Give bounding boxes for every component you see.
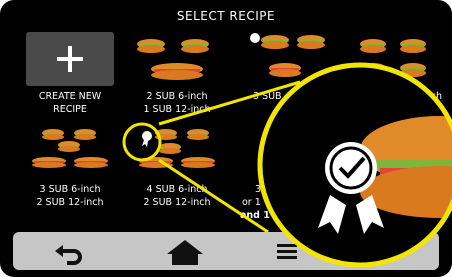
recipe-selection-screen: SELECT RECIPE CREATE NEW RECIPE 2 SUB 6-… (0, 0, 452, 277)
callout-line-bottom (158, 158, 269, 234)
callout-small-circle (122, 122, 162, 162)
magnifier-callout (122, 62, 452, 268)
